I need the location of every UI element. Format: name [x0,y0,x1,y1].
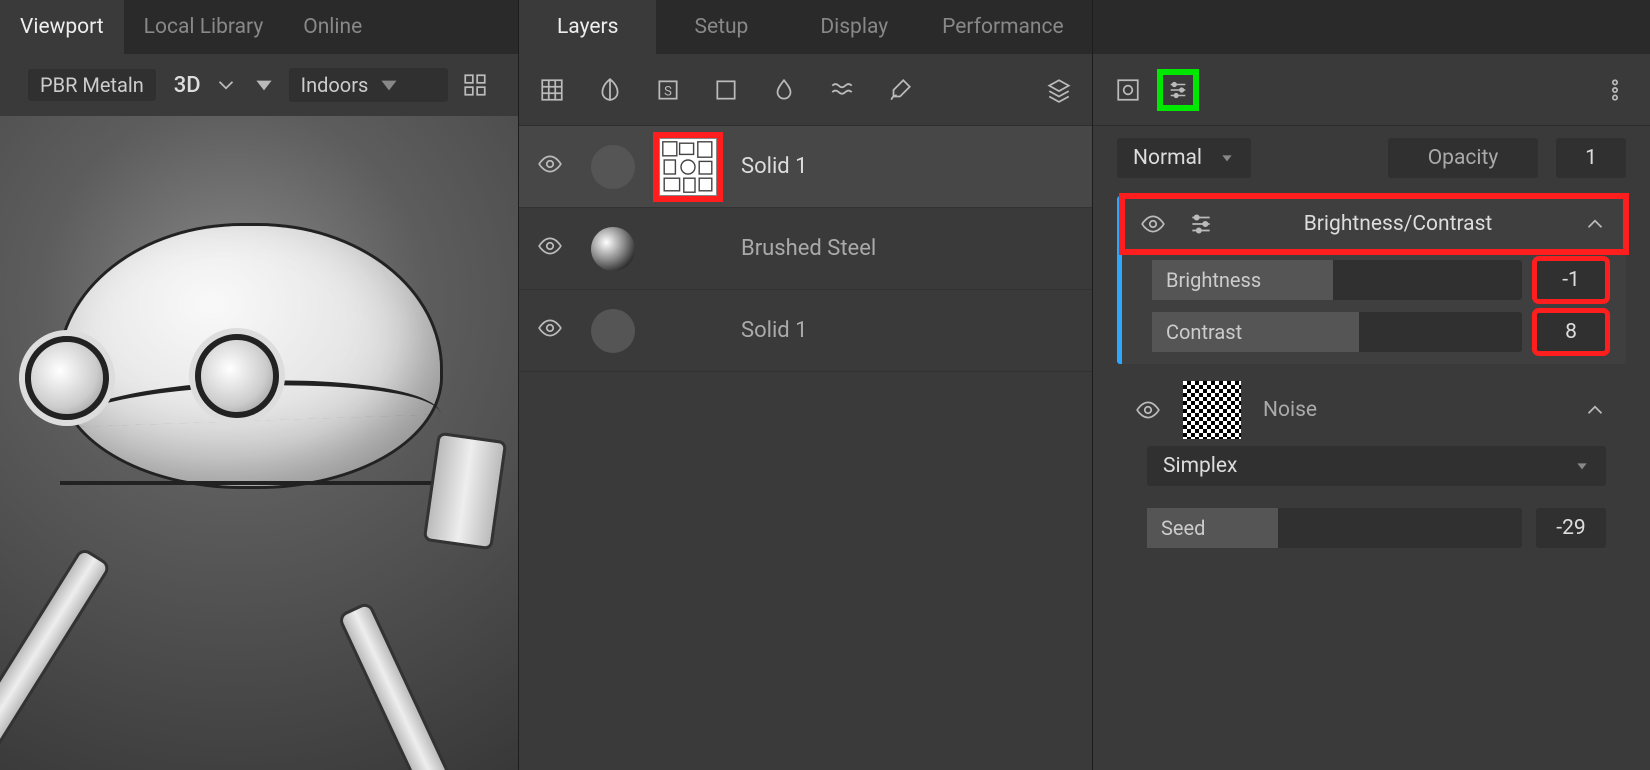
triangle-down-icon [376,72,402,98]
contrast-slider[interactable]: Contrast [1152,312,1522,352]
brightness-label: Brightness [1166,268,1261,292]
layer-color-swatch[interactable] [591,309,635,353]
brightness-contrast-header[interactable]: Brightness/Contrast [1122,196,1626,252]
brightness-value[interactable]: -1 [1536,260,1606,300]
blend-mode-dropdown[interactable]: Normal [1117,138,1251,178]
noise-header[interactable]: Noise [1117,382,1626,438]
contrast-value[interactable]: 8 [1536,312,1606,352]
sliders-icon[interactable] [1163,75,1193,105]
tab-performance[interactable]: Performance [922,0,1083,54]
material-dropdown[interactable]: PBR Metaln [28,69,156,101]
layer-row[interactable]: Brushed Steel [519,208,1092,290]
visibility-toggle[interactable] [537,233,567,265]
environment-dropdown[interactable]: Indoors [289,68,448,102]
s-box-icon[interactable]: S [653,75,683,105]
visibility-toggle[interactable] [537,315,567,347]
blend-mode-label: Normal [1133,146,1202,170]
section-title: Brightness/Contrast [1236,212,1560,236]
tab-online[interactable]: Online [283,0,382,54]
layer-color-swatch[interactable] [591,145,635,189]
brightness-contrast-section: Brightness/Contrast Brightness -1 [1117,196,1626,364]
seed-slider[interactable]: Seed [1147,508,1522,548]
waves-icon[interactable] [827,75,857,105]
chevron-down-icon[interactable] [213,72,239,98]
seed-label: Seed [1161,516,1205,540]
material-dropdown-label: PBR Metaln [40,73,144,97]
grid-view-icon[interactable] [460,70,490,100]
target-icon[interactable] [1113,75,1143,105]
visibility-toggle[interactable] [537,151,567,183]
layer-name: Solid 1 [741,154,808,179]
tab-viewport[interactable]: Viewport [0,0,124,54]
layer-list: Solid 1 Brushed Steel Solid 1 [519,126,1092,770]
seed-value[interactable]: -29 [1536,508,1606,548]
opacity-value[interactable]: 1 [1556,138,1626,178]
brightness-slider[interactable]: Brightness [1152,260,1522,300]
square-icon[interactable] [711,75,741,105]
view-mode-label: 3D [168,73,201,98]
layer-row[interactable]: Solid 1 [519,126,1092,208]
leaf-icon[interactable] [595,75,625,105]
sliders-icon [1188,211,1214,237]
section-title: Noise [1263,398,1560,422]
layer-thumbnail[interactable] [659,138,717,196]
triangle-down-icon [1219,150,1235,166]
contrast-label: Contrast [1166,320,1242,344]
noise-type-label: Simplex [1163,454,1237,478]
opacity-label-box[interactable]: Opacity [1388,138,1538,178]
noise-section: Noise Simplex Seed [1117,382,1626,560]
triangle-down-icon[interactable] [251,72,277,98]
chevron-up-icon[interactable] [1582,397,1608,423]
eye-icon[interactable] [1140,211,1166,237]
tab-layers[interactable]: Layers [519,0,656,54]
brush-icon[interactable] [885,75,915,105]
environment-dropdown-label: Indoors [301,73,369,97]
noise-thumbnail [1183,381,1241,439]
layer-row[interactable]: Solid 1 [519,290,1092,372]
tab-display[interactable]: Display [786,0,922,54]
chevron-up-icon[interactable] [1582,211,1608,237]
tab-setup[interactable]: Setup [656,0,786,54]
opacity-label: Opacity [1428,146,1499,170]
viewport-canvas[interactable] [0,116,518,770]
layer-color-swatch[interactable] [591,227,635,271]
layer-name: Brushed Steel [741,236,876,261]
noise-type-dropdown[interactable]: Simplex [1147,446,1606,486]
svg-text:S: S [664,84,672,99]
tab-local-library[interactable]: Local Library [124,0,284,54]
triangle-down-icon [1574,458,1590,474]
eye-icon[interactable] [1135,397,1161,423]
more-icon[interactable] [1600,75,1630,105]
drop-icon[interactable] [769,75,799,105]
layer-name: Solid 1 [741,318,808,343]
layers-stack-icon[interactable] [1044,75,1074,105]
grid-icon[interactable] [537,75,567,105]
